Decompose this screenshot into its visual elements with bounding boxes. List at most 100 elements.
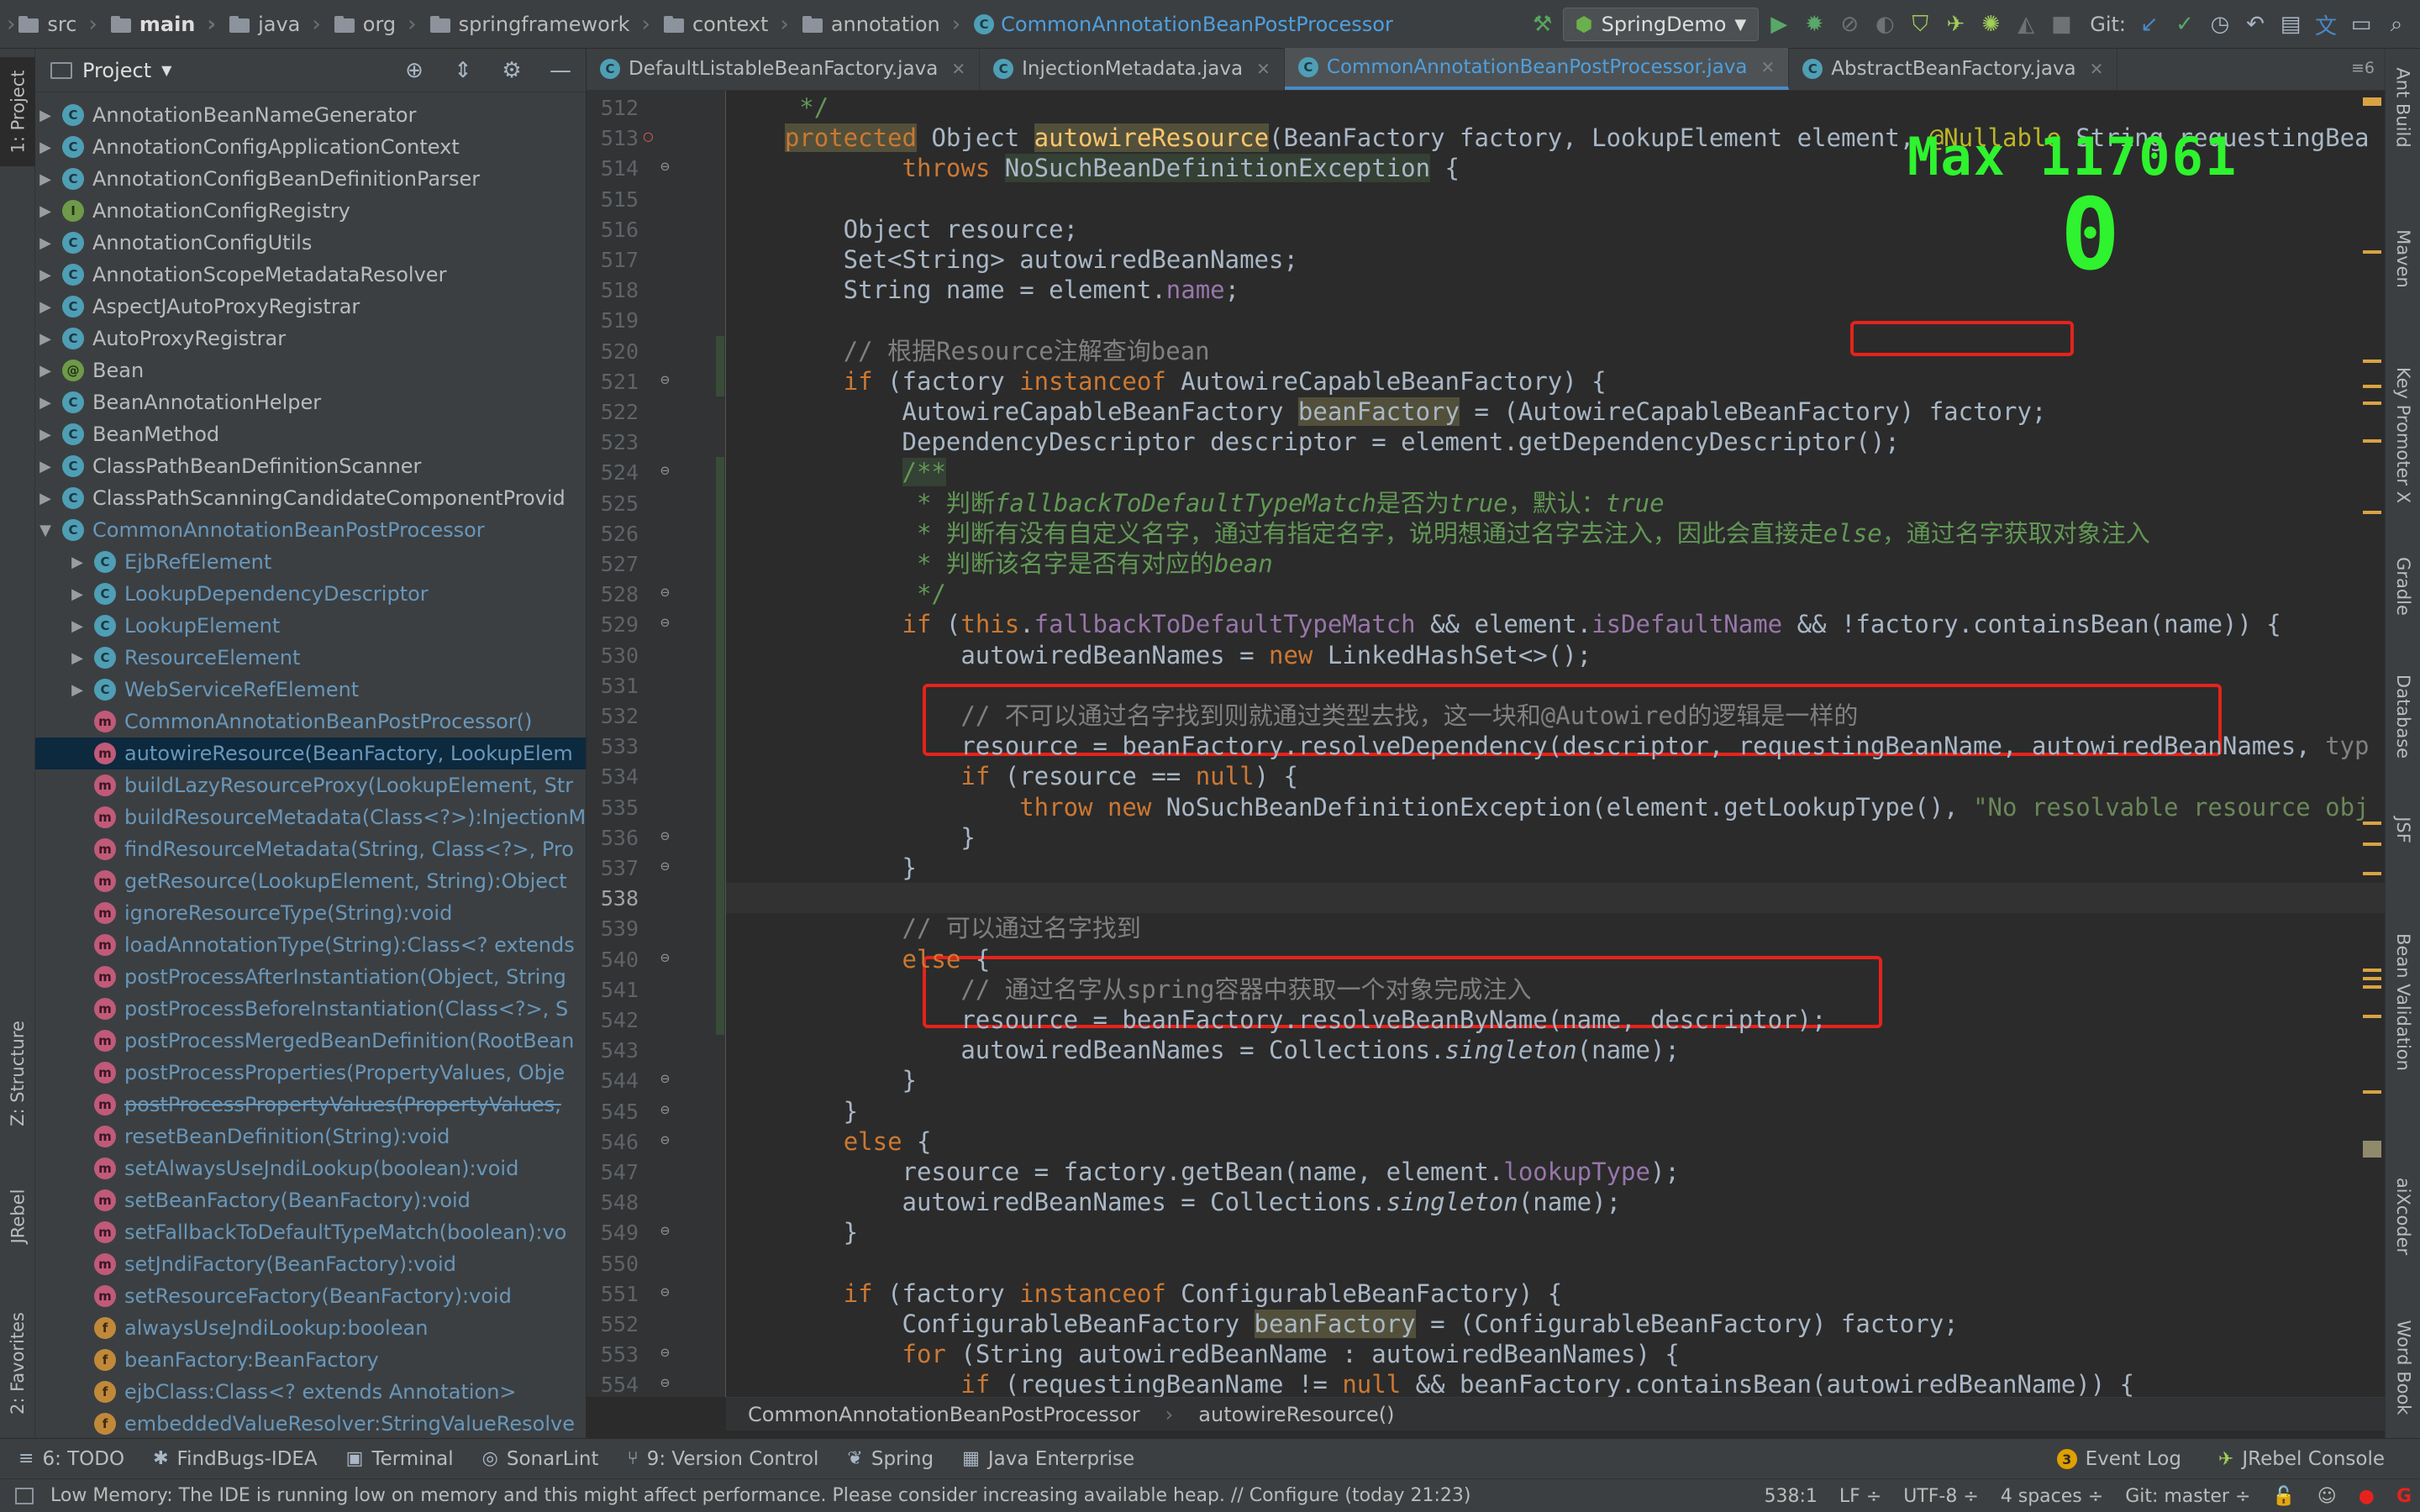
code-line[interactable]: throws NoSuchBeanDefinitionException { <box>726 153 1460 183</box>
jrebel-icon[interactable]: ✺ <box>1975 9 2006 39</box>
tab-structure[interactable]: Z: Structure <box>0 998 35 1149</box>
code-line[interactable]: DependencyDescriptor descriptor = elemen… <box>726 427 1900 457</box>
tab-ant-build[interactable]: Ant Build <box>2386 57 2420 158</box>
warning-marker[interactable] <box>2363 977 2381 980</box>
chevron-right-icon[interactable]: ▶ <box>37 490 54 507</box>
debug-icon[interactable]: ✹ <box>1799 9 1829 39</box>
warning-marker[interactable] <box>2363 250 2381 254</box>
warning-marker[interactable] <box>2363 360 2381 363</box>
fold-icon[interactable]: ⊖ <box>660 1284 670 1301</box>
change-marker[interactable] <box>716 669 724 701</box>
chevron-right-icon[interactable]: ▶ <box>69 649 86 667</box>
fold-icon[interactable]: ⊖ <box>660 158 670 176</box>
git-commit-icon[interactable]: ✓ <box>2170 9 2200 39</box>
error-icon[interactable]: ● <box>2359 1486 2375 1507</box>
bottom-tool[interactable]: ▦ Java Enterprise <box>962 1448 1134 1470</box>
bottom-tool[interactable]: ❦ Spring <box>847 1448 934 1470</box>
stop-icon[interactable]: ■ <box>2046 9 2076 39</box>
tree-item[interactable]: m findResourceMetadata(String, Class<?>, … <box>35 833 586 865</box>
collapse-all-icon[interactable]: ⇕ <box>448 55 478 86</box>
warning-marker[interactable] <box>2363 97 2381 106</box>
warning-marker[interactable] <box>2363 439 2381 443</box>
chevron-right-icon[interactable]: ▶ <box>37 362 54 380</box>
error-stripe[interactable] <box>2361 91 2385 1397</box>
code-line[interactable]: Object resource; <box>726 214 1078 244</box>
tree-item[interactable]: f ejbClass:Class<? extends Annotation> <box>35 1376 586 1408</box>
bottom-tool[interactable]: ▣ Terminal <box>346 1448 454 1470</box>
git-branch[interactable]: Git: master ÷ <box>2125 1486 2250 1507</box>
code-line[interactable]: * 判断fallbackToDefaultTypeMatch是否为true，默认… <box>726 488 1665 518</box>
warning-marker[interactable] <box>2363 969 2381 972</box>
google-icon[interactable]: G <box>2396 1486 2412 1507</box>
chevron-down-icon[interactable]: ▼ <box>37 522 54 539</box>
change-marker[interactable] <box>716 365 724 396</box>
change-marker[interactable] <box>716 883 724 914</box>
locate-icon[interactable]: ⊕ <box>399 55 429 86</box>
chevron-right-icon[interactable]: ▶ <box>69 585 86 603</box>
close-icon[interactable]: ✕ <box>1256 59 1270 79</box>
tree-item[interactable]: ▶ C ResourceElement <box>35 642 586 674</box>
code-line[interactable]: Set<String> autowiredBeanNames; <box>726 244 1298 275</box>
tree-item[interactable]: ▶ C AnnotationBeanNameGenerator <box>35 99 586 131</box>
tree-item[interactable]: ▶ C LookupDependencyDescriptor <box>35 578 586 610</box>
editor-breadcrumb-method[interactable]: autowireResource() <box>1198 1403 1394 1426</box>
rollback-icon[interactable]: ↶ <box>2240 9 2270 39</box>
warning-marker[interactable] <box>2363 511 2381 514</box>
breadcrumb-item[interactable]: springframework › <box>427 12 660 37</box>
change-marker[interactable] <box>716 639 724 670</box>
breadcrumb-item[interactable]: annotation › <box>799 12 971 37</box>
tree-item[interactable]: m postProcessMergedBeanDefinition(RootBea… <box>35 1025 586 1057</box>
warning-marker[interactable] <box>2363 843 2381 846</box>
breadcrumb-item[interactable]: C CommonAnnotationBeanPostProcessor <box>971 13 1397 36</box>
tree-item[interactable]: ▶ C ClassPathBeanDefinitionScanner <box>35 450 586 482</box>
warning-marker[interactable] <box>2363 872 2381 875</box>
tab-jrebel[interactable]: JRebel <box>0 1166 35 1267</box>
tree-item[interactable]: m ignoreResourceType(String):void <box>35 897 586 929</box>
jrebel-debug-icon[interactable]: ✈ <box>1940 9 1970 39</box>
tree-item[interactable]: ▶ @ Bean <box>35 354 586 386</box>
file-encoding[interactable]: UTF-8 ÷ <box>1903 1486 1979 1507</box>
fold-icon[interactable]: ⊖ <box>660 462 670 480</box>
tree-item[interactable]: ▶ C AnnotationConfigApplicationContext <box>35 131 586 163</box>
tree-item[interactable]: ▶ C AspectJAutoProxyRegistrar <box>35 291 586 323</box>
chevron-right-icon[interactable]: ▶ <box>37 266 54 284</box>
close-icon[interactable]: ✕ <box>2090 59 2104 79</box>
tree-item[interactable]: ▶ C BeanAnnotationHelper <box>35 386 586 418</box>
history-icon[interactable]: ◷ <box>2205 9 2235 39</box>
tree-item[interactable]: m resetBeanDefinition(String):void <box>35 1121 586 1152</box>
tree-item[interactable]: f beanFactory:BeanFactory <box>35 1344 586 1376</box>
code-line[interactable]: // 可以通过名字找到 <box>726 913 1141 943</box>
tree-item[interactable]: f embeddedValueResolver:StringValueResolv… <box>35 1408 586 1438</box>
tab-bean-validation[interactable]: Bean Validation <box>2386 897 2420 1107</box>
tree-item[interactable]: m setJndiFactory(BeanFactory):void <box>35 1248 586 1280</box>
code-line[interactable]: String name = element.name; <box>726 275 1239 305</box>
bottom-tool[interactable]: 3 Event Log <box>2056 1448 2181 1470</box>
code-line[interactable]: } <box>726 1096 858 1126</box>
run-icon[interactable]: ▶ <box>1764 9 1794 39</box>
editor-tab[interactable]: C CommonAnnotationBeanPostProcessor.java ✕ <box>1284 48 1790 90</box>
breadcrumb-item[interactable]: java › <box>226 12 331 37</box>
tree-item[interactable]: m postProcessBeforeInstantiation(Class<?>… <box>35 993 586 1025</box>
close-icon[interactable]: ✕ <box>951 59 965 79</box>
chevron-right-icon[interactable]: ▶ <box>37 298 54 316</box>
code-line[interactable]: throw new NoSuchBeanDefinitionException(… <box>726 792 2369 822</box>
fold-icon[interactable]: ⊖ <box>660 1070 670 1088</box>
tab-favorites[interactable]: 2: Favorites <box>0 1292 35 1435</box>
change-marker[interactable] <box>716 1005 724 1036</box>
tree-item[interactable]: ▶ C BeanMethod <box>35 418 586 450</box>
editor-tab[interactable]: C AbstractBeanFactory.java ✕ <box>1789 48 2118 90</box>
code-line[interactable]: * 判断该名字是否有对应的bean <box>726 549 1273 579</box>
code-line[interactable] <box>726 883 2385 914</box>
tree-item[interactable]: m setBeanFactory(BeanFactory):void <box>35 1184 586 1216</box>
warning-marker[interactable] <box>2363 822 2381 825</box>
tree-item[interactable]: ▶ C AnnotationConfigUtils <box>35 227 586 259</box>
jrebel-run-icon[interactable]: ⛉ <box>1905 9 1935 39</box>
fold-icon[interactable]: ⊖ <box>660 1344 670 1362</box>
tree-item[interactable]: m loadAnnotationType(String):Class<? exte… <box>35 929 586 961</box>
chevron-down-icon[interactable]: ▼ <box>161 62 171 78</box>
change-marker[interactable] <box>716 517 724 549</box>
code-line[interactable]: if (factory instanceof ConfigurableBeanF… <box>726 1278 1563 1309</box>
change-marker[interactable] <box>716 943 724 974</box>
override-icon[interactable]: ◯ <box>644 128 653 145</box>
tab-word-book[interactable]: Word Book <box>2386 1300 2420 1435</box>
